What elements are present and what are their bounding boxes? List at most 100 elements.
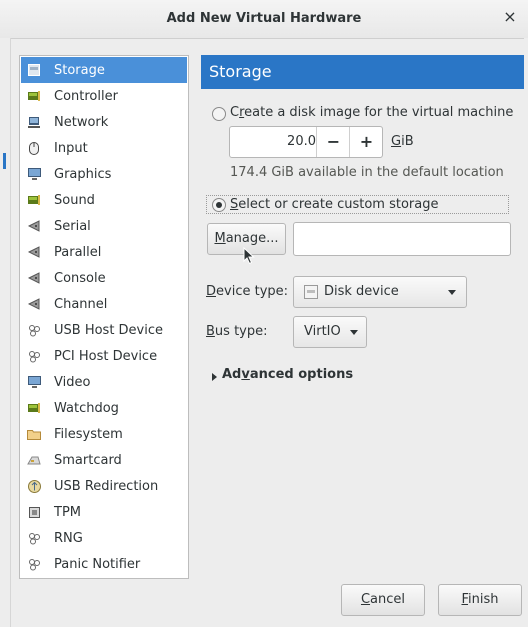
cancel-button[interactable]: Cancel xyxy=(341,584,425,616)
disk-device-icon xyxy=(304,285,318,303)
decrease-size-button[interactable]: − xyxy=(316,127,350,157)
chevron-down-icon xyxy=(448,290,456,295)
sidebar-item-filesystem[interactable]: Filesystem xyxy=(21,421,187,447)
cancel-label-rest: ancel xyxy=(370,592,406,607)
device-type-label-rest: evice type: xyxy=(216,284,289,299)
usb-redirection-icon xyxy=(27,479,41,493)
manage-label-rest: anage... xyxy=(225,231,279,246)
close-icon[interactable]: × xyxy=(502,9,518,25)
device-type-value: Disk device xyxy=(324,284,399,299)
custom-storage-label-rest: elect or create custom storage xyxy=(238,197,439,212)
sidebar-item-sound[interactable]: Sound xyxy=(21,187,187,213)
sidebar-item-watchdog[interactable]: Watchdog xyxy=(21,395,187,421)
sidebar-item-label: Parallel xyxy=(54,244,102,260)
smartcard-icon xyxy=(27,453,41,467)
sidebar-item-storage[interactable]: Storage xyxy=(21,57,187,83)
bus-type-mnemonic: B xyxy=(206,324,215,339)
pci-device-icon xyxy=(27,349,41,363)
mouse-pointer-icon xyxy=(243,247,255,265)
sidebar-item-console[interactable]: Console xyxy=(21,265,187,291)
sidebar-item-label: Graphics xyxy=(54,166,112,182)
panic-notifier-icon xyxy=(27,557,41,571)
parent-window-edge xyxy=(0,38,11,627)
sidebar-item-label: Panic Notifier xyxy=(54,556,141,572)
sidebar-item-label: Controller xyxy=(54,88,118,104)
storage-path-input[interactable] xyxy=(293,222,511,256)
sidebar-item-label: RNG xyxy=(54,530,83,546)
increase-size-button[interactable]: + xyxy=(349,127,383,157)
sidebar-item-label: Storage xyxy=(54,62,105,78)
channel-port-icon xyxy=(27,297,41,311)
window-title: Add New Virtual Hardware xyxy=(166,11,362,26)
sidebar-item-label: Video xyxy=(54,374,91,390)
storage-header: Storage xyxy=(201,55,524,89)
titlebar: Add New Virtual Hardware × xyxy=(0,0,528,39)
finish-button[interactable]: Finish xyxy=(438,584,522,616)
sidebar-item-label: Sound xyxy=(54,192,95,208)
bus-type-combo[interactable]: VirtIO xyxy=(293,316,367,348)
sidebar-item-label: Input xyxy=(54,140,88,156)
storage-icon xyxy=(27,63,41,77)
create-disk-label-part: C xyxy=(230,105,240,120)
advanced-mnemonic: v xyxy=(241,367,250,382)
sidebar-item-channel[interactable]: Channel xyxy=(21,291,187,317)
bus-type-label-rest: us type: xyxy=(214,324,268,339)
sidebar-item-rng[interactable]: RNG xyxy=(21,525,187,551)
sidebar-item-label: Network xyxy=(54,114,109,130)
tpm-chip-icon xyxy=(27,505,41,519)
advanced-label-rest: anced options xyxy=(249,367,354,382)
console-port-icon xyxy=(27,271,41,285)
sidebar-item-label: TPM xyxy=(54,504,81,520)
available-space-text: 174.4 GiB available in the default locat… xyxy=(230,165,504,180)
device-type-label: Device type: xyxy=(206,284,288,299)
sidebar-item-pci-host-device[interactable]: PCI Host Device xyxy=(21,343,187,369)
create-disk-radio[interactable] xyxy=(212,107,226,121)
monitor-icon xyxy=(27,167,41,181)
watchdog-icon xyxy=(27,401,41,415)
size-unit-rest: iB xyxy=(401,134,414,149)
disk-size-spinner[interactable]: 20.0 − + xyxy=(229,126,383,158)
sidebar-item-label: Smartcard xyxy=(54,452,122,468)
sidebar-item-network[interactable]: Network xyxy=(21,109,187,135)
advanced-options-expander[interactable]: Advanced options xyxy=(222,367,353,382)
video-icon xyxy=(27,375,41,389)
sidebar-item-input[interactable]: Input xyxy=(21,135,187,161)
storage-header-title: Storage xyxy=(209,62,272,81)
sidebar-item-serial[interactable]: Serial xyxy=(21,213,187,239)
manage-mnemonic: M xyxy=(214,231,226,246)
sidebar-item-label: Channel xyxy=(54,296,108,312)
parallel-port-icon xyxy=(27,245,41,259)
sidebar-item-usb-host-device[interactable]: USB Host Device xyxy=(21,317,187,343)
sidebar-item-label: PCI Host Device xyxy=(54,348,158,364)
create-disk-label[interactable]: Create a disk image for the virtual mach… xyxy=(230,105,513,120)
sidebar-item-tpm[interactable]: TPM xyxy=(21,499,187,525)
serial-port-icon xyxy=(27,219,41,233)
create-disk-label-rest: eate a disk image for the virtual machin… xyxy=(244,105,514,120)
size-unit-label: GiB xyxy=(391,134,414,149)
add-hardware-dialog: Add New Virtual Hardware × Storage Contr… xyxy=(0,0,528,627)
controller-icon xyxy=(27,89,41,103)
sidebar-item-parallel[interactable]: Parallel xyxy=(21,239,187,265)
bus-type-value: VirtIO xyxy=(304,324,341,339)
sidebar-item-label: USB Redirection xyxy=(54,478,159,494)
finish-label-rest: inish xyxy=(468,592,499,607)
sidebar-item-panic-notifier[interactable]: Panic Notifier xyxy=(21,551,187,577)
device-type-combo[interactable]: Disk device xyxy=(293,276,467,308)
disk-size-value[interactable]: 20.0 xyxy=(230,134,316,149)
expander-arrow-icon[interactable] xyxy=(212,373,217,381)
rng-icon xyxy=(27,531,41,545)
sidebar-item-usb-redirection[interactable]: USB Redirection xyxy=(21,473,187,499)
sidebar-item-controller[interactable]: Controller xyxy=(21,83,187,109)
sidebar-item-video[interactable]: Video xyxy=(21,369,187,395)
sidebar-item-smartcard[interactable]: Smartcard xyxy=(21,447,187,473)
sidebar-item-graphics[interactable]: Graphics xyxy=(21,161,187,187)
custom-storage-radio[interactable] xyxy=(212,198,226,212)
advanced-label-part: Ad xyxy=(222,367,242,382)
hardware-type-list[interactable]: Storage Controller Network Input Graphic… xyxy=(19,55,189,579)
sidebar-item-label: Filesystem xyxy=(54,426,123,442)
custom-storage-label[interactable]: Select or create custom storage xyxy=(230,197,438,212)
device-type-mnemonic: D xyxy=(206,284,217,299)
bus-type-label: Bus type: xyxy=(206,324,268,339)
sidebar-item-label: Serial xyxy=(54,218,91,234)
mouse-icon xyxy=(27,141,41,155)
